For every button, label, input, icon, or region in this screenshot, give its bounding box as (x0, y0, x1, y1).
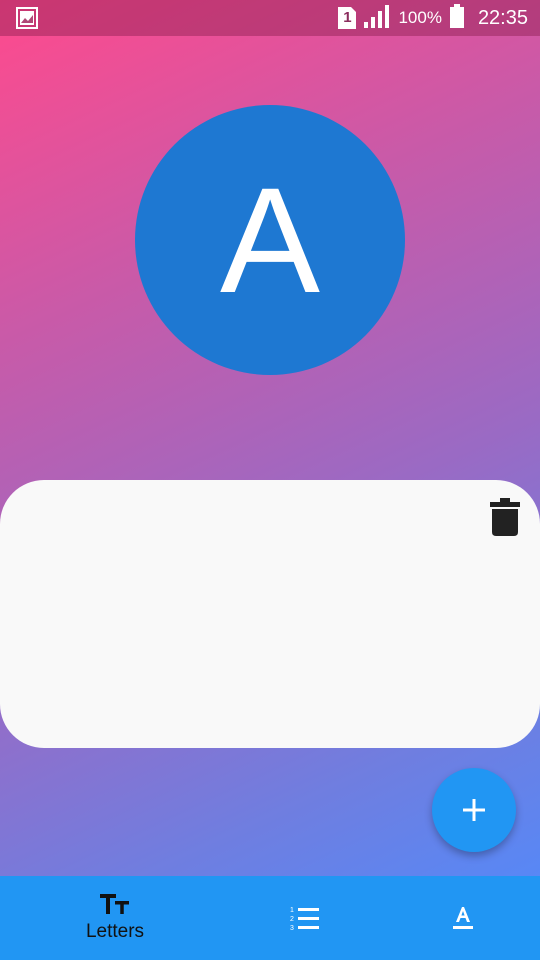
battery-icon (449, 3, 464, 33)
content-card (0, 480, 540, 748)
add-button[interactable] (432, 768, 516, 852)
status-indicators: 1 100% 22:35 (338, 0, 528, 36)
numbered-list-icon: 1 2 3 (290, 907, 319, 931)
battery-percent: 100% (398, 8, 442, 27)
nav-label-letters: Letters (85, 921, 145, 942)
svg-text:2: 2 (290, 916, 294, 923)
avatar-letter: A (219, 156, 321, 324)
plus-icon (463, 799, 485, 821)
text-size-icon (100, 894, 129, 914)
text-format-icon (453, 907, 473, 929)
status-bar: 1 100% 22:35 (0, 0, 540, 36)
nav-item-list[interactable]: 1 2 3 (250, 876, 360, 960)
delete-button[interactable] (490, 498, 520, 536)
svg-text:3: 3 (290, 925, 294, 931)
bottom-navigation: Letters 1 2 3 (0, 876, 540, 960)
nav-item-text-format[interactable] (408, 876, 518, 960)
svg-text:1: 1 (290, 907, 294, 914)
sim-number: 1 (343, 9, 352, 26)
sim-card-icon: 1 (338, 7, 357, 29)
letter-avatar: A (135, 105, 405, 375)
nav-item-letters[interactable]: Letters (60, 876, 170, 960)
clock: 22:35 (477, 6, 528, 29)
trash-icon (490, 498, 520, 536)
gallery-notification-icon (16, 7, 38, 29)
signal-icon (364, 4, 390, 33)
